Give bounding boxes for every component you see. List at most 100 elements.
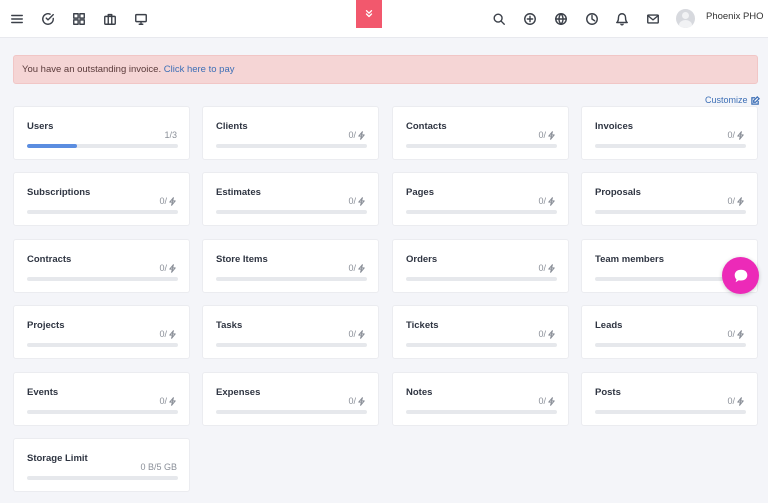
usage-progress-bar xyxy=(216,277,367,281)
card-count-text: 0 B/5 GB xyxy=(140,462,177,472)
card-count: 0/ xyxy=(727,396,745,406)
card-count-text: 0/ xyxy=(159,329,167,339)
card-count-text: 0/ xyxy=(727,396,735,406)
usage-card-proposals: Proposals 0/ xyxy=(581,172,758,226)
user-name[interactable]: Phoenix PHO xyxy=(706,11,764,22)
card-count-text: 0/ xyxy=(348,130,356,140)
chevrons-down-button[interactable] xyxy=(356,0,382,28)
usage-card-expenses: Expenses 0/ xyxy=(202,372,379,426)
card-count: 0/ xyxy=(159,263,177,273)
check-circle-icon[interactable] xyxy=(38,9,58,29)
usage-progress-bar xyxy=(216,343,367,347)
lightning-icon xyxy=(358,263,365,273)
edit-icon xyxy=(750,95,760,105)
usage-card-tickets: Tickets 0/ xyxy=(392,305,569,359)
usage-progress-fill xyxy=(27,144,77,148)
pay-invoice-link[interactable]: Click here to pay xyxy=(164,64,235,75)
lightning-icon xyxy=(358,196,365,206)
usage-card-storage-limit: Storage Limit 0 B/5 GB xyxy=(13,438,190,492)
usage-card-leads: Leads 0/ xyxy=(581,305,758,359)
card-title: Storage Limit xyxy=(27,453,88,464)
card-count-text: 0/ xyxy=(348,196,356,206)
card-count: 1/3 xyxy=(164,130,177,140)
card-title: Posts xyxy=(595,387,621,398)
usage-progress-bar xyxy=(595,410,746,414)
lightning-icon xyxy=(169,263,176,273)
mail-icon[interactable] xyxy=(643,9,663,29)
card-count: 0/ xyxy=(538,196,556,206)
card-count: 0/ xyxy=(348,396,366,406)
clock-icon[interactable] xyxy=(582,9,602,29)
usage-progress-bar xyxy=(27,476,178,480)
globe-icon[interactable] xyxy=(551,9,571,29)
card-count-text: 0/ xyxy=(159,196,167,206)
card-title: Expenses xyxy=(216,387,261,398)
usage-card-subscriptions: Subscriptions 0/ xyxy=(13,172,190,226)
usage-card-clients: Clients 0/ xyxy=(202,106,379,160)
card-count: 0/ xyxy=(538,329,556,339)
lightning-icon xyxy=(737,396,744,406)
card-count: 0/ xyxy=(159,196,177,206)
card-title: Orders xyxy=(406,254,438,265)
menu-icon[interactable] xyxy=(7,9,27,29)
card-count-text: 0/ xyxy=(538,396,546,406)
card-count-text: 0/ xyxy=(727,196,735,206)
customize-link[interactable]: Customize xyxy=(705,95,760,105)
avatar[interactable] xyxy=(676,9,695,28)
card-count-text: 0/ xyxy=(538,263,546,273)
card-count-text: 0/ xyxy=(727,329,735,339)
card-title: Subscriptions xyxy=(27,187,91,198)
chat-button[interactable] xyxy=(722,257,759,294)
lightning-icon xyxy=(737,130,744,140)
plus-circle-icon[interactable] xyxy=(520,9,540,29)
usage-card-contacts: Contacts 0/ xyxy=(392,106,569,160)
usage-progress-bar xyxy=(27,144,178,148)
usage-progress-bar xyxy=(216,210,367,214)
chevrons-down-icon xyxy=(365,10,373,18)
card-title: Tickets xyxy=(406,320,439,331)
lightning-icon xyxy=(358,396,365,406)
lightning-icon xyxy=(169,329,176,339)
lightning-icon xyxy=(358,329,365,339)
card-count-text: 0/ xyxy=(538,329,546,339)
usage-card-invoices: Invoices 0/ xyxy=(581,106,758,160)
usage-card-tasks: Tasks 0/ xyxy=(202,305,379,359)
usage-progress-bar xyxy=(595,144,746,148)
lightning-icon xyxy=(548,196,555,206)
usage-progress-bar xyxy=(406,144,557,148)
card-count-text: 0/ xyxy=(727,130,735,140)
card-title: Notes xyxy=(406,387,433,398)
bell-icon[interactable] xyxy=(612,9,632,29)
usage-progress-bar xyxy=(406,277,557,281)
lightning-icon xyxy=(548,263,555,273)
grid-icon[interactable] xyxy=(69,9,89,29)
card-count-text: 0/ xyxy=(348,263,356,273)
card-count: 0/ xyxy=(727,329,745,339)
card-count: 0/ xyxy=(348,329,366,339)
card-count-text: 0/ xyxy=(538,130,546,140)
invoice-alert: You have an outstanding invoice. Click h… xyxy=(13,55,758,84)
lightning-icon xyxy=(169,396,176,406)
lightning-icon xyxy=(737,196,744,206)
briefcase-icon[interactable] xyxy=(100,9,120,29)
card-count: 0/ xyxy=(159,396,177,406)
usage-progress-bar xyxy=(27,343,178,347)
card-title: Users xyxy=(27,121,54,132)
monitor-icon[interactable] xyxy=(131,9,151,29)
card-count-text: 1/3 xyxy=(164,130,177,140)
top-bar: Phoenix PHO xyxy=(0,0,768,38)
card-count: 0/ xyxy=(348,263,366,273)
customize-label: Customize xyxy=(705,95,748,105)
card-count: 0/ xyxy=(727,196,745,206)
card-title: Events xyxy=(27,387,59,398)
card-count-text: 0/ xyxy=(538,196,546,206)
usage-card-pages: Pages 0/ xyxy=(392,172,569,226)
usage-card-estimates: Estimates 0/ xyxy=(202,172,379,226)
search-icon[interactable] xyxy=(489,9,509,29)
card-title: Leads xyxy=(595,320,623,331)
card-count: 0/ xyxy=(538,130,556,140)
card-count: 0/ xyxy=(348,130,366,140)
card-title: Team members xyxy=(595,254,664,265)
card-count: 0/ xyxy=(538,263,556,273)
usage-progress-bar xyxy=(595,210,746,214)
